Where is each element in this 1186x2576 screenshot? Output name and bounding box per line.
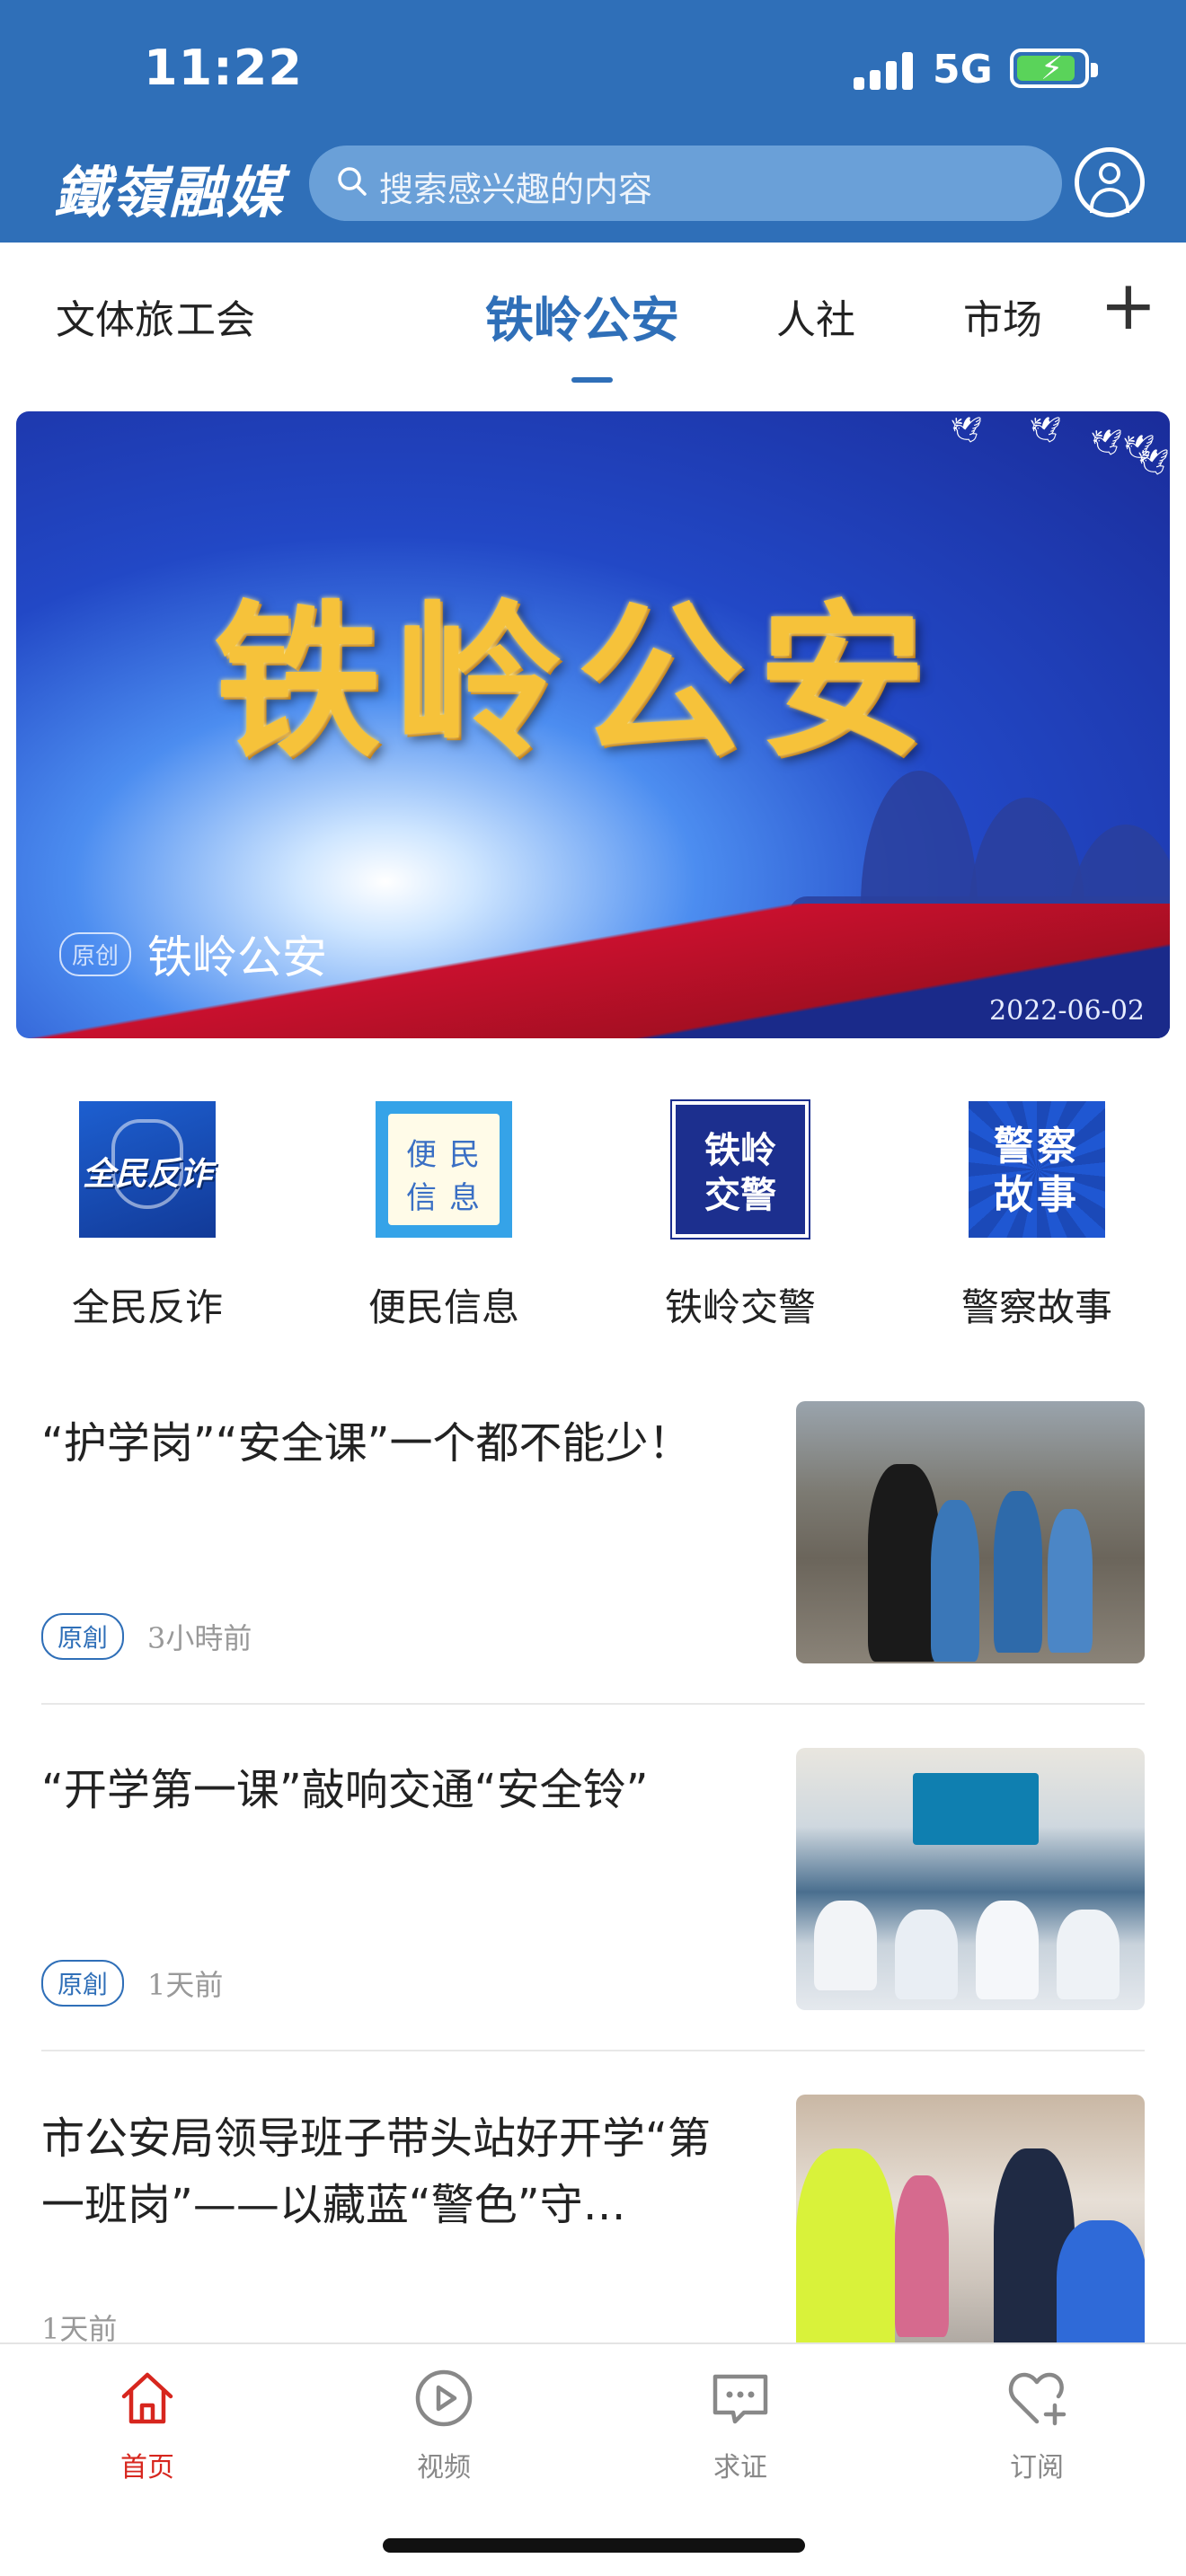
anti-fraud-icon: 全民反诈 (79, 1101, 216, 1238)
shortcut-traffic-police[interactable]: 铁岭 交警 铁岭交警 (633, 1099, 848, 1332)
shortcut-anti-fraud[interactable]: 全民反诈 全民反诈 (40, 1101, 255, 1332)
news-item[interactable]: “护学岗”“安全课”一个都不能少！ 原創 3小時前 (41, 1401, 1145, 1705)
user-icon (1099, 163, 1120, 184)
search-icon (338, 167, 367, 196)
status-time: 11:22 (144, 40, 303, 96)
network-type: 5G (933, 47, 993, 93)
shortcut-label: 全民反诈 (71, 1285, 223, 1329)
banner-date: 2022-06-02 (989, 995, 1145, 1027)
signal-icon (854, 49, 916, 90)
tabbar-label: 视频 (417, 2452, 471, 2483)
add-tab-icon[interactable]: + (1100, 269, 1157, 341)
hero-banner[interactable]: 🕊 🕊 🕊 🕊 🕊 铁岭公安 原创 铁岭公安 2022-06-02 (16, 411, 1170, 1038)
user-profile-button[interactable] (1075, 147, 1145, 217)
news-title: “开学第一课”敲响交通“安全铃” (41, 1765, 649, 1815)
original-badge: 原創 (41, 1613, 125, 1660)
news-title: 市公安局领导班子带头站好开学“第一班岗”——以藏蓝“警色”守… (41, 2113, 711, 2230)
tabbar-verify[interactable]: 求证 (651, 2366, 830, 2484)
tab-gonghui[interactable]: 工会 (176, 287, 255, 345)
tab-market[interactable]: 市场 (963, 287, 1042, 345)
shortcut-label: 警察故事 (960, 1285, 1112, 1329)
news-time: 3小時前 (147, 1621, 252, 1655)
news-time: 1天前 (147, 1968, 224, 2002)
news-thumbnail (796, 1748, 1145, 2010)
active-tab-indicator (571, 377, 613, 383)
news-thumbnail (796, 1401, 1145, 1663)
tabbar-label: 首页 (120, 2452, 174, 2483)
news-thumbnail (796, 2095, 1145, 2357)
status-bar: 11:22 5G ⚡ (0, 0, 1186, 135)
banner-caption-text: 铁岭公安 (147, 931, 328, 984)
tabbar-video[interactable]: 视频 (354, 2366, 534, 2484)
category-tabs: 文体旅 工会 铁岭公安 人社 市场 + (0, 243, 1186, 395)
shortcut-label: 铁岭交警 (664, 1285, 816, 1329)
tabbar-home[interactable]: 首页 (58, 2366, 237, 2484)
home-indicator (383, 2538, 805, 2553)
news-item[interactable]: “开学第一课”敲响交通“安全铃” 原創 1天前 (41, 1748, 1145, 2051)
original-badge: 原創 (41, 1960, 125, 2007)
traffic-police-icon: 铁岭 交警 (670, 1099, 810, 1239)
original-badge: 原创 (59, 931, 132, 976)
battery-icon: ⚡ (1010, 49, 1098, 88)
play-icon (415, 2369, 473, 2427)
shortcut-police-story[interactable]: 警察 故事 警察故事 (929, 1101, 1145, 1332)
news-item[interactable]: 市公安局领导班子带头站好开学“第一班岗”——以藏蓝“警色”守… 1天前 (41, 2095, 1145, 2357)
banner-title: 铁岭公安 (214, 585, 941, 780)
news-title: “护学岗”“安全课”一个都不能少！ (41, 1418, 692, 1469)
banner-caption: 原创 铁岭公安 (59, 922, 327, 986)
app-header: 11:22 5G ⚡ 鐵嶺融媒 搜索感兴趣的内容 (0, 0, 1186, 243)
heart-plus-icon (1008, 2372, 1067, 2426)
tabbar-label: 求证 (713, 2452, 767, 2483)
police-story-icon: 警察 故事 (969, 1101, 1105, 1238)
tab-renshe[interactable]: 人社 (776, 287, 855, 345)
search-placeholder: 搜索感兴趣的内容 (379, 170, 653, 209)
shortcut-label: 便民信息 (367, 1285, 519, 1329)
tab-tieling-police[interactable]: 铁岭公安 (485, 280, 679, 351)
tabbar-label: 订阅 (1010, 2452, 1064, 2483)
tab-wentilv[interactable]: 文体旅 (56, 287, 174, 345)
home-icon (121, 2372, 173, 2424)
tabbar-subscribe[interactable]: 订阅 (947, 2366, 1127, 2484)
search-input[interactable]: 搜索感兴趣的内容 (309, 146, 1062, 221)
convenience-info-icon: 便 民 信 息 (376, 1101, 512, 1238)
shortcut-convenience-info[interactable]: 便 民 信 息 便民信息 (336, 1101, 552, 1332)
app-logo: 鐵嶺融媒 (54, 160, 285, 225)
message-icon (712, 2374, 768, 2424)
